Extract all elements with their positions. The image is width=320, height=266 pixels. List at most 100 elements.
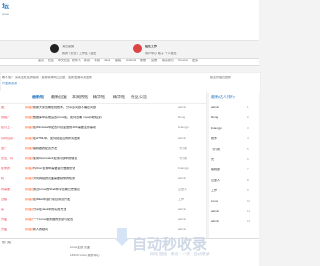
- sidebar-row[interactable]: admin 11: [209, 207, 259, 217]
- nav-item-home[interactable]: 首页: [38, 59, 44, 62]
- hot-label: 热门帖: [2, 241, 12, 244]
- site-logo[interactable]: 坛: [2, 3, 9, 10]
- row-badge: [问答]: [25, 177, 33, 181]
- sidebar-row[interactable]: Rong 2: [209, 113, 259, 123]
- sidebar-row[interactable]: 飞行者 5: [209, 145, 259, 155]
- tab-announcement[interactable]: 社区公告: [131, 95, 147, 99]
- row-title[interactable]: 分享在Java中的实用方法: [33, 208, 66, 211]
- row-meta[interactable]: admin: [178, 228, 186, 231]
- nav-item-frontend[interactable]: 前端: [140, 59, 146, 62]
- tab-weekly-hot[interactable]: 本周热帖: [72, 95, 88, 99]
- table-row[interactable]: 方面 [问答] 新人的疑问 admin: [0, 225, 206, 236]
- sidebar-row[interactable]: 山里人 8: [209, 176, 259, 186]
- row-meta[interactable]: admin: [178, 106, 186, 109]
- tab-latest[interactable]: 最新帖: [32, 95, 44, 99]
- nav-item-java[interactable]: Java: [104, 59, 110, 62]
- card1-text[interactable]: Linux主题 页面: [70, 246, 90, 249]
- row-meta[interactable]: 工作: [178, 198, 184, 201]
- tab-digest-2[interactable]: 精华帖: [113, 95, 125, 99]
- row-badge: [问答]: [25, 187, 33, 191]
- sidebar-row[interactable]: lixiangyi 3: [209, 124, 259, 134]
- sidebar-row-name[interactable]: admin: [211, 210, 219, 213]
- row-title[interactable]: 帮助大家查看在线技术，分享点问题不确定问题: [33, 106, 96, 109]
- sidebar-row-name[interactable]: 飞行者: [211, 148, 220, 151]
- sidebar-row-name[interactable]: admin: [211, 220, 219, 223]
- row-title[interactable]: 数据库中系统设置Linux和，如何查看 mysqld的区别: [33, 116, 102, 119]
- user-menu[interactable]: 用户中心 帖子 个人信息: [145, 52, 177, 55]
- sidebar-row-name[interactable]: 光: [211, 158, 214, 161]
- logo-avatar: [50, 44, 59, 53]
- row-title[interactable]: 通过Linux的Shell命令查看日志信息: [33, 188, 80, 191]
- sidebar-row-name[interactable]: Linux: [211, 200, 218, 203]
- row-meta[interactable]: admin: [178, 137, 186, 140]
- sidebar-row[interactable]: admin 1: [209, 103, 259, 113]
- row-left-text: 报：: [1, 106, 8, 109]
- row-title[interactable]: 编辑器的配置方法: [33, 147, 57, 150]
- card2-text[interactable]: LINUX Linux 服务中心: [70, 254, 100, 257]
- nav-item-zh[interactable]: 中文社区: [58, 59, 70, 62]
- nav-item-news[interactable]: 新闻: [84, 59, 90, 62]
- nav-item-topic[interactable]: 专题: [94, 59, 100, 62]
- nav-item-ops[interactable]: 运维: [151, 59, 157, 62]
- notice-text: 看不懂？ 请关注社区的指南 · 最新版本网上回复 · 最新发展有关更新: [2, 76, 93, 79]
- row-meta[interactable]: admin: [178, 177, 186, 180]
- sidebar-row-name[interactable]: 山里人: [211, 179, 220, 182]
- row-title[interactable]: 一个Linux服务器的安装与配置: [33, 218, 73, 221]
- sidebar-row-name[interactable]: 编辑部: [211, 168, 220, 171]
- row-meta[interactable]: Rong: [178, 116, 185, 119]
- row-meta[interactable]: 飞行者: [178, 157, 187, 160]
- sidebar-row-rank: 2: [247, 116, 249, 120]
- row-badge: [问答]: [25, 146, 33, 150]
- user-avatar[interactable]: [133, 44, 142, 53]
- sidebar-row-name[interactable]: 工作: [211, 189, 217, 192]
- row-left-text: 安全、同: [1, 157, 14, 160]
- sidebar-row-rank: 10: [247, 199, 251, 203]
- sidebar-row-name[interactable]: 技术: [211, 137, 217, 140]
- sidebar-row[interactable]: 工作 9: [209, 186, 259, 196]
- nav-item-tomcat[interactable]: Tomcat: [178, 59, 188, 62]
- sidebar-row[interactable]: 光6: [209, 155, 259, 165]
- sidebar-row-name[interactable]: lixiangyi: [211, 127, 222, 130]
- nav-item-android[interactable]: Android: [126, 59, 136, 62]
- row-title[interactable]: 在IDEA中进行项目调试开发: [33, 198, 70, 201]
- sidebar-row[interactable]: Linux 10: [209, 197, 259, 207]
- row-title[interactable]: 在Windows中配置环境变量的JDK需要注意事项: [33, 126, 96, 129]
- row-title[interactable]: 新人的疑问: [33, 228, 48, 231]
- tab-latest-reply[interactable]: 最新回复: [51, 95, 67, 99]
- sidebar-row-rank: 9: [247, 189, 249, 193]
- row-title[interactable]: 在HTML中，如何把最近的所有更新: [33, 137, 80, 140]
- row-title[interactable]: Python查询中需要进行数据优化: [33, 167, 75, 170]
- row-left-text: 在你的: [1, 167, 11, 171]
- sidebar-row[interactable]: 技术 4: [209, 134, 259, 144]
- sidebar-row-name[interactable]: admin: [211, 106, 219, 109]
- row-badge: [问答]: [25, 218, 33, 222]
- row-meta[interactable]: 飞行者: [178, 147, 187, 150]
- row-meta[interactable]: lixiangyi: [178, 167, 189, 170]
- row-meta[interactable]: admin: [178, 208, 186, 211]
- nav-item-soft[interactable]: 软件人: [72, 59, 81, 62]
- nav-item-contact[interactable]: 联系我们: [162, 59, 174, 62]
- notice-sub[interactable]: 开发者资源: [2, 82, 17, 85]
- site-logo-sub: xiaoo: [2, 13, 10, 16]
- row-meta[interactable]: admin: [178, 218, 186, 221]
- notice-right[interactable]: 版主管理员更新: [210, 76, 231, 79]
- sidebar-row[interactable]: admin 12: [209, 217, 259, 227]
- user-name[interactable]: 站长工作: [145, 45, 157, 48]
- sidebar-row[interactable]: 编辑部 7: [209, 165, 259, 175]
- row-left-text: 在以上...: [1, 126, 13, 130]
- row-left-text: 来: [1, 208, 5, 211]
- sidebar-title: 最新达人排行: [211, 95, 235, 99]
- nav-item-community[interactable]: 社区: [48, 59, 54, 62]
- row-title[interactable]: 为何网站的页面需要频繁的检测: [33, 177, 75, 180]
- row-meta[interactable]: lixiangyi: [178, 126, 189, 129]
- top-links-left[interactable]: 消息提醒: [62, 45, 74, 48]
- nav-item-code[interactable]: 编程: [115, 59, 121, 62]
- top-links-right[interactable]: 我的 | 安全 | 工作区 | 退出: [62, 52, 96, 55]
- row-meta[interactable]: 山里人: [178, 188, 187, 191]
- row-title[interactable]: 使用Openstack查找问题中的信息: [33, 157, 77, 160]
- tab-digest[interactable]: 精华帖: [93, 95, 105, 99]
- nav-item-more[interactable]: 更多: [192, 59, 198, 62]
- sidebar-row-name[interactable]: Rong: [211, 116, 218, 119]
- row-left-text: 时需要: [1, 187, 11, 191]
- sidebar-row-rank: 12: [247, 220, 251, 224]
